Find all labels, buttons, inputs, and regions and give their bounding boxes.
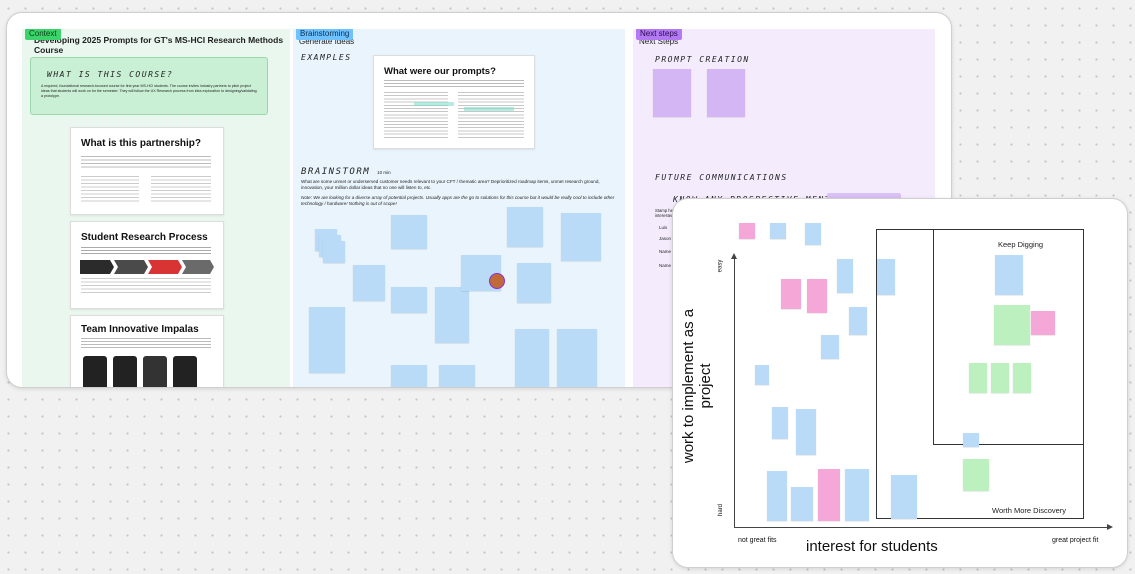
sticky-note[interactable] bbox=[767, 471, 787, 521]
matrix-card[interactable]: Keep Digging Worth More Discovery work t… bbox=[672, 198, 1128, 568]
x-left-label: not great fits bbox=[738, 537, 777, 544]
avatar[interactable] bbox=[489, 273, 505, 289]
brainstorm-section[interactable]: Brainstorming Generate Ideas EXAMPLES Wh… bbox=[293, 29, 625, 387]
sticky-note[interactable] bbox=[309, 307, 345, 373]
sticky-note[interactable] bbox=[391, 287, 427, 313]
sticky-note[interactable] bbox=[439, 365, 475, 387]
mentor-name[interactable]: Name bbox=[659, 263, 671, 268]
prompts-doc[interactable]: What were our prompts? bbox=[373, 55, 535, 149]
sticky-note[interactable] bbox=[557, 329, 597, 387]
axis-arrow-up bbox=[731, 253, 737, 259]
sticky-note[interactable] bbox=[323, 241, 345, 263]
prompts-intro bbox=[384, 80, 524, 88]
sticky-note[interactable] bbox=[561, 213, 601, 261]
future-communications-heading: FUTURE COMMUNICATIONS bbox=[655, 173, 788, 182]
process-doc[interactable]: Student Research Process bbox=[70, 221, 224, 309]
team-phone-1 bbox=[83, 356, 107, 387]
y-axis bbox=[734, 257, 735, 527]
prompts-col-right bbox=[458, 92, 524, 138]
worth-more-discovery-label: Worth More Discovery bbox=[992, 506, 1067, 515]
y-axis-label: work to implement as a project bbox=[680, 308, 714, 464]
sticky-note[interactable] bbox=[994, 305, 1030, 345]
sticky-note[interactable] bbox=[781, 279, 801, 309]
sticky-note[interactable] bbox=[963, 459, 989, 491]
prompts-highlight-2 bbox=[464, 107, 514, 111]
sticky-note[interactable] bbox=[707, 69, 745, 117]
mentor-name[interactable]: Luis bbox=[659, 225, 667, 230]
course-text: A required, foundational research-focuse… bbox=[41, 84, 257, 98]
mentor-name[interactable]: Name bbox=[659, 249, 671, 254]
team-body bbox=[81, 338, 211, 350]
process-arrows bbox=[80, 260, 214, 274]
partnership-col-left bbox=[81, 176, 139, 202]
sticky-note[interactable] bbox=[507, 207, 543, 247]
axis-arrow-right bbox=[1107, 524, 1113, 530]
brainstorm-time: 10 min bbox=[377, 170, 391, 175]
sticky-note[interactable] bbox=[772, 407, 788, 439]
sticky-note[interactable] bbox=[653, 69, 691, 117]
keep-digging-label: Keep Digging bbox=[998, 240, 1044, 249]
prompts-title: What were our prompts? bbox=[384, 66, 496, 77]
sticky-note[interactable] bbox=[995, 255, 1023, 295]
brainstorm-heading-text: BRAINSTORM bbox=[301, 167, 371, 177]
context-section[interactable]: Context Developing 2025 Prompts for GT's… bbox=[22, 29, 290, 387]
process-body bbox=[81, 247, 211, 255]
team-doc[interactable]: Team Innovative Impalas bbox=[70, 315, 224, 387]
sticky-note[interactable] bbox=[791, 487, 813, 521]
team-phone-3 bbox=[143, 356, 167, 387]
sticky-note[interactable] bbox=[821, 335, 839, 359]
sticky-note[interactable] bbox=[517, 263, 551, 303]
sticky-note[interactable] bbox=[391, 215, 427, 249]
sticky-note[interactable] bbox=[770, 223, 786, 239]
process-steps bbox=[81, 278, 211, 294]
x-axis bbox=[734, 527, 1108, 528]
sticky-note[interactable] bbox=[353, 265, 385, 301]
team-phone-4 bbox=[173, 356, 197, 387]
y-hard-label: hard bbox=[718, 503, 725, 517]
prompt-creation-heading: PROMPT CREATION bbox=[655, 55, 750, 64]
y-easy-label: easy bbox=[717, 259, 724, 273]
sticky-note[interactable] bbox=[818, 469, 840, 521]
sticky-note[interactable] bbox=[1013, 363, 1031, 393]
sticky-note[interactable] bbox=[1031, 311, 1055, 335]
sticky-note[interactable] bbox=[515, 329, 549, 387]
sticky-note[interactable] bbox=[837, 259, 853, 293]
sticky-note[interactable] bbox=[849, 307, 867, 335]
brainstorm-heading: BRAINSTORM 10 min bbox=[301, 167, 391, 177]
partnership-title: What is this partnership? bbox=[81, 138, 202, 149]
brainstorm-tag[interactable]: Brainstorming bbox=[296, 29, 354, 40]
x-right-label: great project fit bbox=[1052, 537, 1099, 544]
sticky-note[interactable] bbox=[739, 223, 755, 239]
sticky-note[interactable] bbox=[435, 287, 469, 343]
sticky-note[interactable] bbox=[963, 433, 979, 447]
sticky-note[interactable] bbox=[845, 469, 869, 521]
sticky-note[interactable] bbox=[969, 363, 987, 393]
context-title: Developing 2025 Prompts for GT's MS-HCI … bbox=[34, 35, 284, 55]
mentor-name[interactable]: Jason bbox=[659, 236, 671, 241]
sticky-note[interactable] bbox=[991, 363, 1009, 393]
context-tag[interactable]: Context bbox=[25, 29, 61, 40]
team-title: Team Innovative Impalas bbox=[81, 324, 199, 335]
sticky-note[interactable] bbox=[805, 223, 821, 245]
team-phone-2 bbox=[113, 356, 137, 387]
course-heading: WHAT IS THIS COURSE? bbox=[47, 70, 174, 79]
sticky-note[interactable] bbox=[755, 365, 769, 385]
brainstorm-text: What are some unmet or underserved custo… bbox=[301, 179, 600, 190]
next-steps-tag[interactable]: Next steps bbox=[636, 29, 682, 40]
partnership-body bbox=[81, 156, 211, 170]
x-axis-label: interest for students bbox=[806, 538, 938, 555]
course-box[interactable]: WHAT IS THIS COURSE? A required, foundat… bbox=[30, 57, 268, 115]
sticky-note[interactable] bbox=[807, 279, 827, 313]
brainstorm-note: Note: We are looking for a diverse array… bbox=[301, 195, 615, 206]
partnership-doc[interactable]: What is this partnership? bbox=[70, 127, 224, 215]
examples-heading: EXAMPLES bbox=[301, 53, 352, 62]
prompts-col-left bbox=[384, 92, 448, 138]
sticky-note[interactable] bbox=[877, 259, 895, 295]
sticky-note[interactable] bbox=[891, 475, 917, 519]
partnership-col-right bbox=[151, 176, 211, 202]
sticky-note[interactable] bbox=[391, 365, 427, 387]
prompts-highlight-1 bbox=[414, 102, 454, 106]
sticky-note[interactable] bbox=[796, 409, 816, 455]
process-title: Student Research Process bbox=[81, 232, 208, 243]
